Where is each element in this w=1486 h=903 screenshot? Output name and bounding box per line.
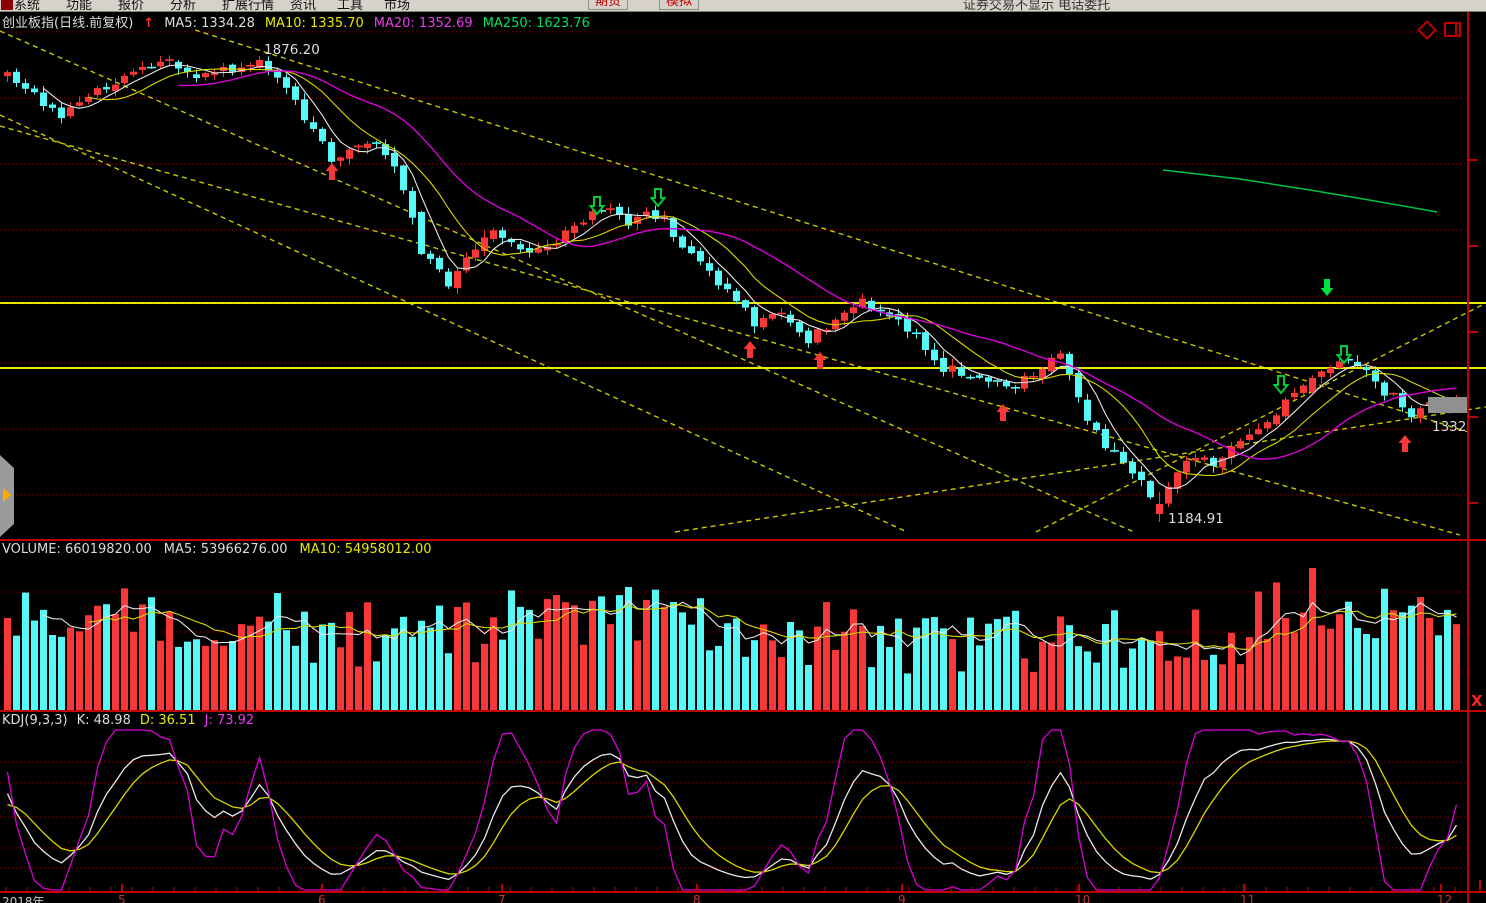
x-axis-month-label: 5 — [118, 893, 126, 903]
broker-status-text: 证券交易不显示 电话委托 — [963, 0, 1111, 12]
x-axis-month-label: 8 — [693, 893, 701, 903]
support-resistance-lines — [0, 302, 1486, 369]
menu-item[interactable]: 市场 — [384, 0, 410, 11]
split-window-icon[interactable] — [1444, 22, 1461, 37]
kdj-k: K: 48.98 — [76, 713, 131, 728]
buy-signal-arrow — [325, 163, 339, 180]
chart-canvas[interactable]: 1876.20 1184.91 1332 — [0, 0, 1486, 903]
buy-signal-arrow — [743, 341, 757, 358]
kdj-header: KDJ(9,3,3) K: 48.98 D: 36.51 J: 73.92 — [2, 713, 254, 728]
expand-arrow-icon — [3, 488, 11, 502]
menu-item[interactable]: 分析 — [170, 0, 196, 11]
chart-title: 创业板指(日线.前复权) — [2, 16, 134, 31]
price-annotations: 1876.20 1184.91 1332 — [264, 42, 1467, 527]
x-axis-year-label: 2018年 — [2, 895, 45, 903]
chart-corner-tools — [1417, 19, 1461, 40]
x-axis-month-label: 9 — [898, 893, 906, 903]
menu-item[interactable]: 功能 — [66, 0, 92, 11]
kdj-d: D: 36.51 — [139, 713, 196, 728]
svg-text:1184.91: 1184.91 — [1168, 511, 1224, 527]
ma5-label: MA5: 1334.28 — [164, 16, 255, 31]
ma-lines — [43, 64, 1457, 489]
svg-text:1876.20: 1876.20 — [264, 42, 320, 58]
x-axis-month-label: 10 — [1075, 893, 1091, 903]
kdj-lines — [6, 729, 1458, 891]
up-arrow-icon: ↑ — [143, 16, 155, 31]
sell-signal-arrow — [1320, 279, 1334, 296]
menu-item[interactable]: 扩展行情 — [222, 0, 274, 11]
menu-item[interactable]: 资讯 — [290, 0, 316, 11]
diamond-icon[interactable] — [1417, 19, 1437, 40]
grid-main — [0, 31, 1468, 496]
grid-kdj — [0, 761, 1468, 869]
volume-ma-lines — [43, 599, 1457, 656]
volume-series — [4, 568, 1460, 710]
menu-bar: 证券交易不显示 电话委托 系统 功能 报价 分析 扩展行情 资讯 工具 市场 期货 模拟 — [0, 0, 1486, 12]
sidebar-expand-handle[interactable] — [0, 455, 14, 537]
panel-borders — [0, 11, 1486, 903]
trading-terminal: { "window": { "close_x": "X", "menubar":… — [0, 0, 1486, 903]
ma250-line — [1162, 169, 1438, 213]
volume-ma10: MA10: 54958012.00 — [299, 542, 432, 557]
ma250-label: MA250: 1623.76 — [482, 16, 590, 31]
menu-hot-item[interactable]: 模拟 — [659, 0, 700, 10]
ma20-label: MA20: 1352.69 — [373, 16, 473, 31]
menu-item[interactable]: 报价 — [118, 0, 144, 11]
ma10-label: MA10: 1335.70 — [264, 16, 364, 31]
x-axis-month-label: 12 — [1437, 893, 1453, 903]
sell-signal-arrow — [649, 188, 667, 208]
x-axis: 2018年 5 6 7 8 9 10 11 12 — [0, 893, 1486, 903]
volume-header: VOLUME: 66019820.00 MA5: 53966276.00 MA1… — [2, 542, 432, 557]
buy-signal-arrow — [996, 404, 1010, 421]
volume-value: VOLUME: 66019820.00 — [2, 542, 152, 557]
kdj-j: J: 73.92 — [204, 713, 255, 728]
svg-text:1332: 1332 — [1432, 419, 1466, 435]
app-icon[interactable] — [1, 0, 13, 10]
buy-signal-arrow — [1398, 435, 1412, 452]
menu-item[interactable]: 工具 — [337, 0, 363, 11]
x-axis-month-label: 11 — [1240, 893, 1256, 903]
x-axis-month-label: 6 — [318, 893, 326, 903]
sell-signal-arrow — [1272, 375, 1290, 395]
main-chart-header: 创业板指(日线.前复权) ↑ MA5: 1334.28 MA10: 1335.7… — [2, 12, 590, 31]
menu-item[interactable]: 系统 — [14, 0, 40, 11]
x-axis-month-label: 7 — [498, 893, 506, 903]
menu-hot-item[interactable]: 期货 — [588, 0, 629, 10]
volume-ma5: MA5: 53966276.00 — [163, 542, 288, 557]
close-indicator-button[interactable]: X — [1471, 692, 1483, 710]
kdj-name: KDJ(9,3,3) — [2, 713, 68, 728]
